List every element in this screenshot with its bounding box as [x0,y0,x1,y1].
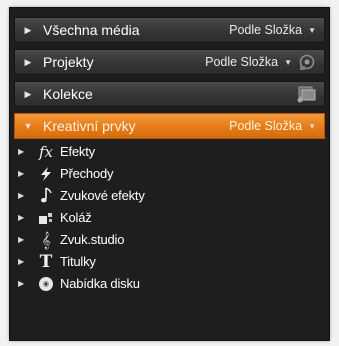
tree-item-disc-menu[interactable]: ▶ Nabídka disku [18,273,140,294]
expand-arrow-icon[interactable]: ▶ [18,191,30,200]
tree-item-label: Přechody [60,166,114,181]
collage-icon [36,209,56,227]
section-header-collections[interactable]: ▶ Kolekce [14,81,325,107]
tree-item-label: Zvukové efekty [60,188,145,203]
tree-item-sound-effects[interactable]: ▶ Zvukové efekty [18,185,145,206]
tree-item-collage[interactable]: ▶ Koláž [18,207,92,228]
expand-arrow-icon[interactable]: ▶ [19,25,37,36]
sound-studio-icon: 𝄞 [41,230,51,249]
transition-bolt-icon [36,165,56,183]
chevron-down-icon[interactable]: ▼ [308,122,316,131]
fx-icon: fx [38,142,53,161]
sort-selector[interactable]: Podle Složka [205,55,278,69]
tree-item-label: Koláž [60,210,92,225]
music-note-icon [36,187,56,205]
chevron-down-icon[interactable]: ▼ [284,58,292,67]
expand-arrow-icon[interactable]: ▶ [18,169,30,178]
tree-item-label: Titulky [60,254,96,269]
tree-item-label: Efekty [60,144,95,159]
tree-item-titles[interactable]: ▶ T Titulky [18,251,96,272]
disc-menu-icon [36,275,56,293]
tree-item-label: Nabídka disku [60,276,140,291]
expand-arrow-icon[interactable]: ▶ [18,235,30,244]
window-frame: ▶ Všechna média Podle Složka ▼ ▶ Projekt… [0,0,339,346]
collapse-arrow-icon[interactable]: ▼ [19,121,37,131]
section-title: Všechna média [43,22,140,38]
library-panel: ▶ Všechna média Podle Složka ▼ ▶ Projekt… [10,8,329,340]
tree-item-sound-studio[interactable]: ▶ 𝄞 Zvuk.studio [18,229,124,250]
title-t-icon: T [39,251,53,272]
expand-arrow-icon[interactable]: ▶ [19,89,37,100]
tree-item-effects[interactable]: ▶ fx Efekty [18,141,95,162]
collection-icon[interactable] [296,85,318,103]
section-header-creative-elements[interactable]: ▼ Kreativní prvky Podle Složka ▼ [14,113,325,139]
expand-arrow-icon[interactable]: ▶ [18,147,30,156]
expand-arrow-icon[interactable]: ▶ [18,257,30,266]
chevron-down-icon[interactable]: ▼ [308,26,316,35]
project-add-icon[interactable] [296,53,318,71]
tree-item-label: Zvuk.studio [60,232,125,247]
expand-arrow-icon[interactable]: ▶ [19,57,37,68]
section-header-projects[interactable]: ▶ Projekty Podle Složka ▼ [14,49,325,75]
section-title: Kreativní prvky [43,118,136,134]
section-header-all-media[interactable]: ▶ Všechna média Podle Složka ▼ [14,17,325,43]
section-title: Projekty [43,54,94,70]
tree-item-transitions[interactable]: ▶ Přechody [18,163,114,184]
section-title: Kolekce [43,86,93,102]
sort-selector[interactable]: Podle Složka [229,119,302,133]
sort-selector[interactable]: Podle Složka [229,23,302,37]
expand-arrow-icon[interactable]: ▶ [18,213,30,222]
expand-arrow-icon[interactable]: ▶ [18,279,30,288]
